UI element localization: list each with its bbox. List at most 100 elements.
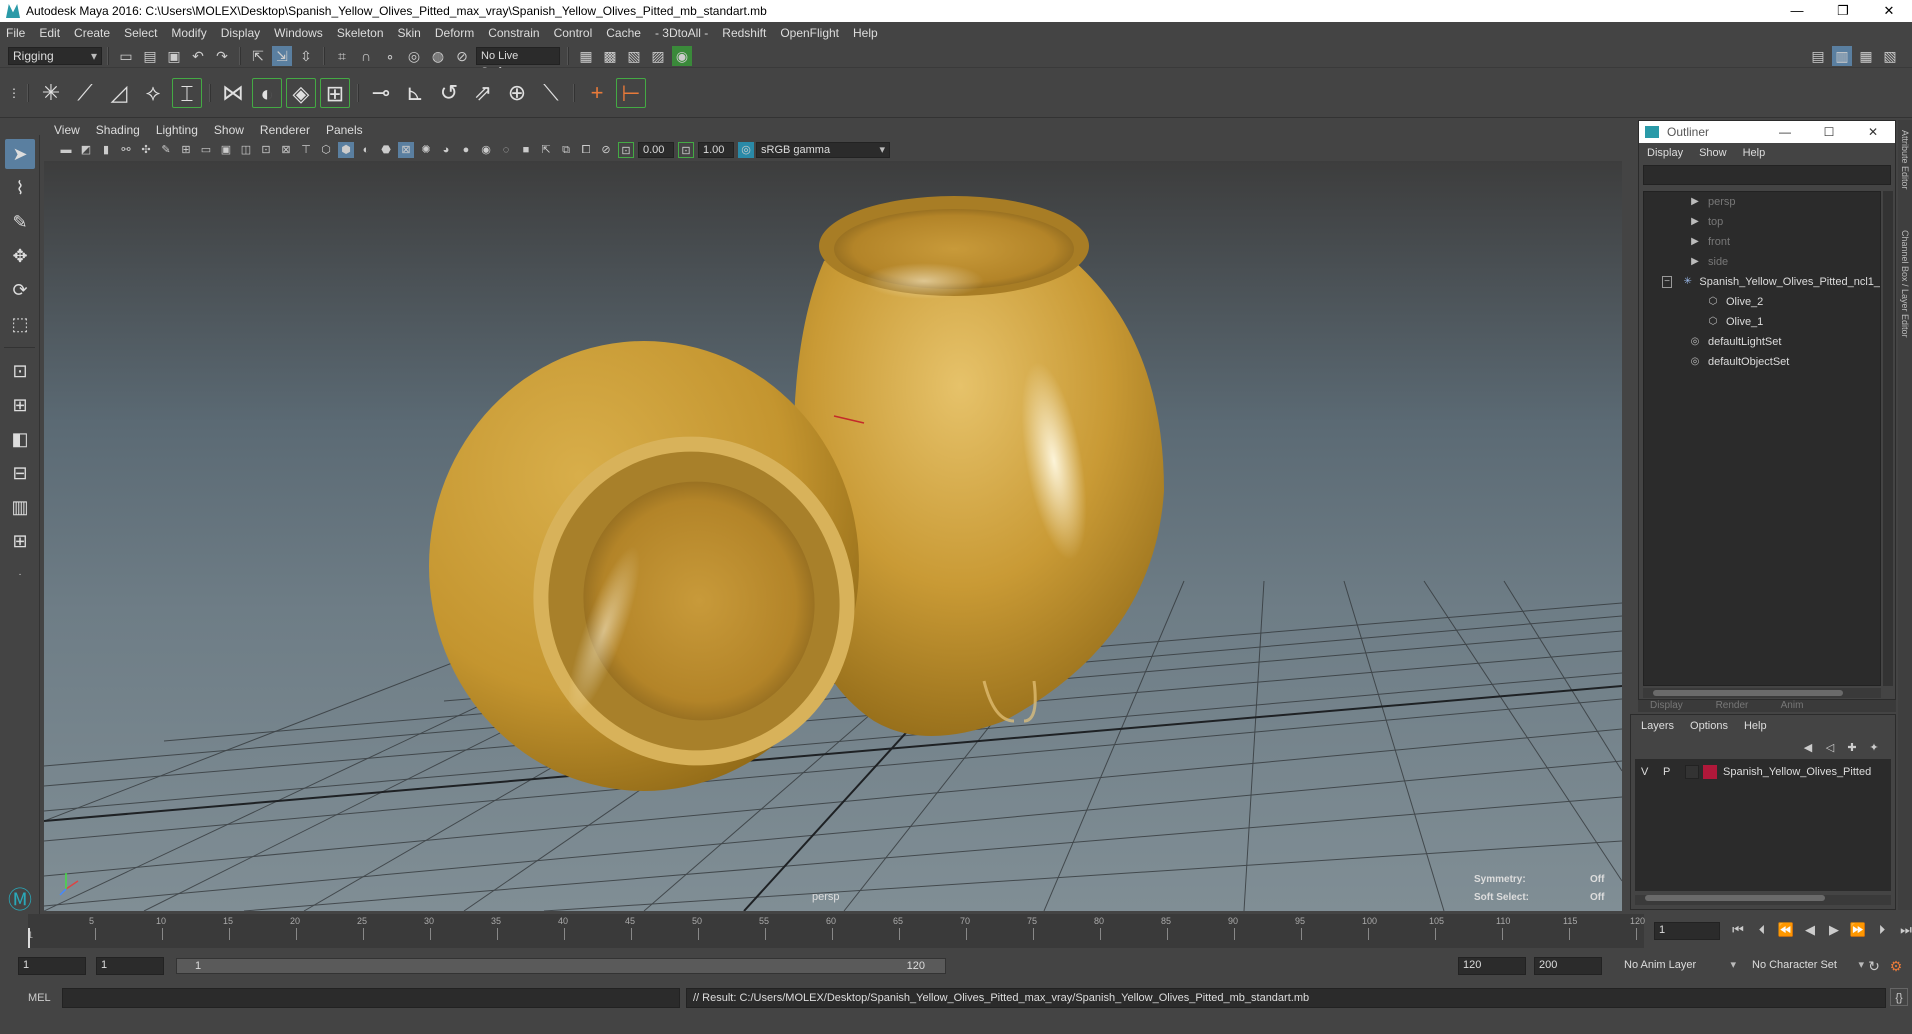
layer-visibility-toggle[interactable]: V <box>1641 766 1663 778</box>
motion-blur-icon[interactable]: ◉ <box>478 142 494 158</box>
resolution-gate-icon[interactable]: ▣ <box>218 142 234 158</box>
color-management-icon[interactable]: ◎ <box>738 142 754 158</box>
layers-menu-layers[interactable]: Layers <box>1641 720 1674 732</box>
select-object-icon[interactable]: ⇲ <box>272 45 292 66</box>
outliner-item-persp[interactable]: ▶ persp <box>1644 192 1880 212</box>
vp-menu-shading[interactable]: Shading <box>96 123 140 137</box>
step-forward-key-icon[interactable]: ⏵ <box>1872 920 1892 940</box>
shelf-options-icon[interactable]: ⋮ <box>8 78 20 108</box>
menu-modify[interactable]: Modify <box>171 26 206 40</box>
menu-constrain[interactable]: Constrain <box>488 26 539 40</box>
bind-skin-icon[interactable]: ⋈ <box>218 78 248 108</box>
attribute-editor-toggle-icon[interactable]: ▥ <box>1832 46 1852 66</box>
menu-skeleton[interactable]: Skeleton <box>337 26 384 40</box>
lattice-icon[interactable]: ⟡ <box>138 78 168 108</box>
minimize-button[interactable]: — <box>1774 0 1820 22</box>
camera-select-icon[interactable]: ▬ <box>58 142 74 158</box>
scale-constraint-icon[interactable]: ⇗ <box>468 78 498 108</box>
go-to-end-icon[interactable]: ⏭ <box>1896 920 1912 940</box>
menu-deform[interactable]: Deform <box>435 26 474 40</box>
wrap-icon[interactable]: ⊞ <box>320 77 350 108</box>
bookmark-icon[interactable]: ▮ <box>98 142 114 158</box>
default-material-icon[interactable]: ◐ <box>358 142 374 158</box>
vp-menu-lighting[interactable]: Lighting <box>156 123 198 137</box>
paint-select-icon[interactable]: ✎ <box>5 207 35 237</box>
wireframe-icon[interactable]: ⬡ <box>318 142 334 158</box>
scale-tool-icon[interactable]: ⬚ <box>5 309 35 339</box>
locator-icon[interactable]: + <box>582 78 612 108</box>
pole-vector-icon[interactable]: ⟍ <box>536 78 566 108</box>
hypershade-icon[interactable]: ◉ <box>672 45 692 66</box>
undo-icon[interactable]: ↶ <box>188 46 208 66</box>
textured-icon[interactable]: ⊠ <box>398 142 414 158</box>
menu-file[interactable]: File <box>6 26 25 40</box>
menu-windows[interactable]: Windows <box>274 26 323 40</box>
menuset-dropdown[interactable]: Rigging <box>8 46 102 65</box>
step-forward-frame-icon[interactable]: ⏩ <box>1848 920 1868 940</box>
gamma-icon[interactable]: ⊡ <box>678 142 694 158</box>
auto-key-icon[interactable]: ↻ <box>1864 956 1884 976</box>
scroll-thumb[interactable] <box>1645 895 1825 901</box>
exposure-field[interactable]: 0.00 <box>638 142 674 158</box>
orient-constraint-icon[interactable]: ↺ <box>434 78 464 108</box>
new-empty-layer-icon[interactable]: ✚ <box>1843 739 1861 757</box>
move-tool-icon[interactable]: ✥ <box>5 241 35 271</box>
outliner-menu-display[interactable]: Display <box>1647 147 1683 159</box>
snap-grid-icon[interactable]: ⌗ <box>332 46 352 66</box>
menu-openflight[interactable]: OpenFlight <box>780 26 839 40</box>
safe-title-icon[interactable]: ⊤ <box>298 142 314 158</box>
outliner-menu-show[interactable]: Show <box>1699 147 1727 159</box>
smooth-bind-icon[interactable]: ◐ <box>252 77 282 108</box>
new-layer-selected-icon[interactable]: ✦ <box>1865 739 1883 757</box>
snap-curve-icon[interactable]: ∩ <box>356 46 376 66</box>
select-component-icon[interactable]: ⇳ <box>296 46 316 66</box>
snap-point-icon[interactable]: ∘ <box>380 46 400 66</box>
menu-create[interactable]: Create <box>74 26 110 40</box>
menu-3dtoall[interactable]: - 3DtoAll - <box>655 26 708 40</box>
tab-anim[interactable]: Anim <box>1781 700 1804 711</box>
make-live-icon[interactable]: ⊘ <box>452 46 472 66</box>
render-view-icon[interactable]: ▨ <box>648 46 668 66</box>
animation-start-field[interactable]: 1 <box>18 957 86 975</box>
outliner-filter-input[interactable] <box>1643 165 1891 185</box>
time-slider-track[interactable]: 1 5 10 15 20 25 30 35 40 45 50 55 60 65 70 75 80 85 90 95 10… <box>28 914 1645 948</box>
render-settings-icon[interactable]: ▦ <box>576 46 596 66</box>
outliner-maximize-button[interactable]: ☐ <box>1807 125 1851 139</box>
menu-control[interactable]: Control <box>554 26 593 40</box>
outliner-menu-help[interactable]: Help <box>1743 147 1766 159</box>
layer-color-swatch[interactable] <box>1703 765 1717 779</box>
color-space-dropdown[interactable]: sRGB gamma <box>756 142 890 158</box>
viewport-persp[interactable]: persp Symmetry: Off Soft Select: Off <box>44 161 1622 911</box>
tab-display[interactable]: Display <box>1650 700 1683 711</box>
collapse-icon[interactable]: − <box>1662 276 1673 288</box>
step-back-frame-icon[interactable]: ⏪ <box>1776 920 1796 940</box>
layer-horizontal-scrollbar[interactable] <box>1635 895 1891 905</box>
outliner-item-defaultlightset[interactable]: ◎ defaultLightSet <box>1644 332 1880 352</box>
script-language-toggle[interactable]: MEL <box>28 992 51 1004</box>
redo-icon[interactable]: ↷ <box>212 46 232 66</box>
vp-menu-renderer[interactable]: Renderer <box>260 123 310 137</box>
anim-layer-dropdown[interactable]: No Anim Layer <box>1620 957 1740 975</box>
ik-spline-icon[interactable]: ◿ <box>104 78 134 108</box>
outliner-horizontal-scrollbar[interactable] <box>1643 688 1881 698</box>
snap-surface-icon[interactable]: ◍ <box>428 46 448 66</box>
outliner-item-defaultobjectset[interactable]: ◎ defaultObjectSet <box>1644 352 1880 372</box>
xray-icon[interactable]: ⧉ <box>558 142 574 158</box>
scroll-thumb[interactable] <box>1653 690 1843 696</box>
cluster-icon[interactable]: ⌶ <box>172 77 202 108</box>
play-forwards-icon[interactable]: ▶ <box>1824 920 1844 940</box>
image-plane-icon[interactable]: ⚯ <box>118 142 134 158</box>
play-backwards-icon[interactable]: ◀ <box>1800 920 1820 940</box>
tab-attribute-editor[interactable]: Attribute Editor <box>1900 130 1910 190</box>
exposure-icon[interactable]: ⊡ <box>618 142 634 158</box>
xray-components-icon[interactable]: ⊘ <box>598 142 614 158</box>
hypershade-layout-icon[interactable]: ▥ <box>5 492 35 522</box>
ipr-render-icon[interactable]: ▧ <box>624 46 644 66</box>
anti-alias-icon[interactable]: ◌ <box>498 142 514 158</box>
tab-render[interactable]: Render <box>1716 700 1749 711</box>
animation-prefs-icon[interactable]: ⚙ <box>1886 956 1906 976</box>
menu-display[interactable]: Display <box>221 26 260 40</box>
gate-mask-icon[interactable]: ◫ <box>238 142 254 158</box>
ambient-occlusion-icon[interactable]: ● <box>458 142 474 158</box>
rotate-tool-icon[interactable]: ⟳ <box>5 275 35 305</box>
